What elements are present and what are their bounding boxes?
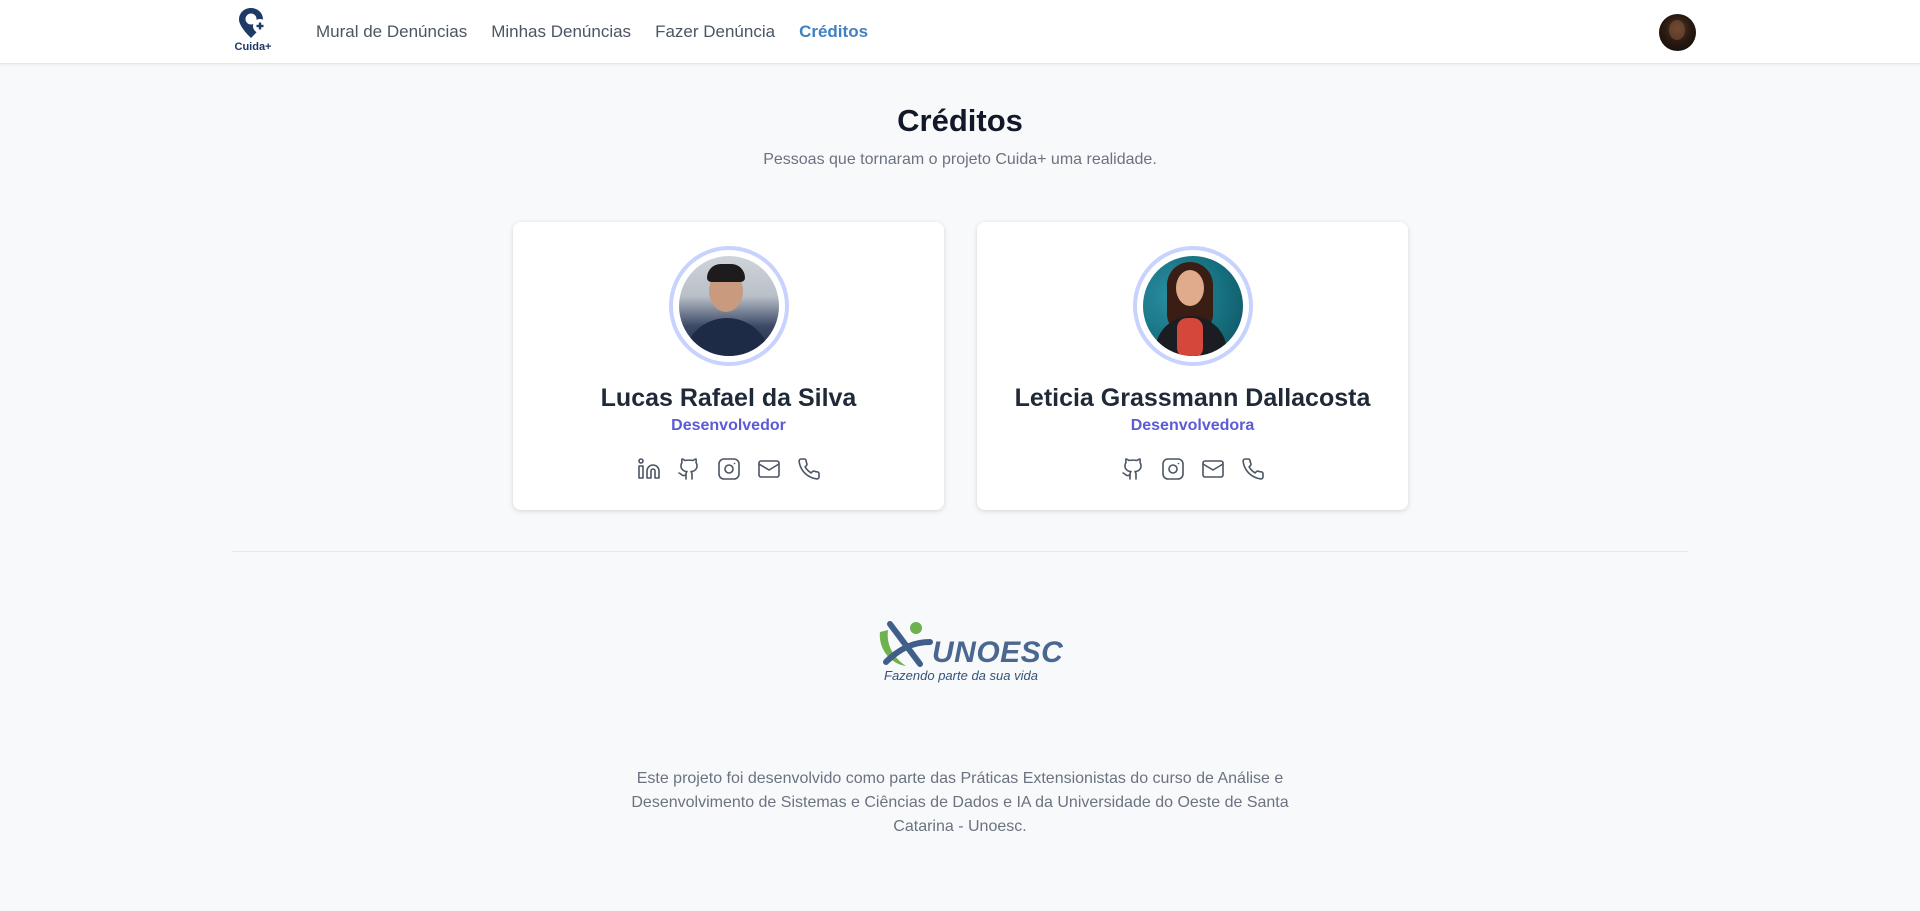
profile-photo (1142, 256, 1243, 356)
page-subtitle: Pessoas que tornaram o projeto Cuida+ um… (763, 151, 1157, 168)
instagram-icon[interactable] (717, 457, 741, 481)
social-links (1121, 457, 1265, 481)
profile-photo-ring (668, 246, 789, 366)
nav-mural-denuncias[interactable]: Mural de Denúncias (316, 22, 467, 42)
social-links (637, 457, 821, 481)
person-name: Lucas Rafael da Silva (600, 384, 857, 412)
unoesc-logo: UNOESC Fazendo parte da sua vida (876, 616, 1063, 688)
instagram-icon[interactable] (1161, 457, 1185, 481)
credit-card-lucas: Lucas Rafael da Silva Desenvolvedor (513, 222, 944, 510)
phone-icon[interactable] (1241, 457, 1265, 481)
brand-logo[interactable]: Cuida+ (232, 6, 274, 58)
unoesc-wordmark: UNOESC (932, 636, 1064, 669)
page-title: Créditos (897, 103, 1023, 138)
github-icon[interactable] (1121, 457, 1145, 481)
section-divider (232, 551, 1688, 552)
footer-description: Este projeto foi desenvolvido como parte… (631, 770, 1289, 835)
top-navbar: Cuida+ Mural de Denúncias Minhas Denúnci… (0, 0, 1920, 64)
nav-fazer-denuncia[interactable]: Fazer Denúncia (655, 22, 775, 42)
unoesc-tagline: Fazendo parte da sua vida (884, 668, 1038, 683)
brand-name: Cuida+ (234, 41, 272, 53)
nav-minhas-denuncias[interactable]: Minhas Denúncias (491, 22, 631, 42)
phone-icon[interactable] (797, 457, 821, 481)
mail-icon[interactable] (1201, 457, 1225, 481)
linkedin-icon[interactable] (637, 457, 661, 481)
mail-icon[interactable] (757, 457, 781, 481)
user-avatar[interactable] (1659, 14, 1696, 51)
nav-creditos[interactable]: Créditos (799, 22, 868, 42)
person-role: Desenvolvedora (1130, 417, 1255, 434)
person-role: Desenvolvedor (671, 417, 786, 434)
map-pin-plus-icon (239, 8, 267, 38)
credit-card-leticia: Leticia Grassmann Dallacosta Desenvolved… (977, 222, 1408, 510)
unoesc-emblem-icon (879, 621, 933, 667)
github-icon[interactable] (677, 457, 701, 481)
profile-photo-ring (1132, 246, 1253, 366)
person-name: Leticia Grassmann Dallacosta (1014, 384, 1371, 412)
main-nav: Mural de Denúncias Minhas Denúncias Faze… (316, 0, 868, 64)
profile-photo (678, 256, 779, 356)
